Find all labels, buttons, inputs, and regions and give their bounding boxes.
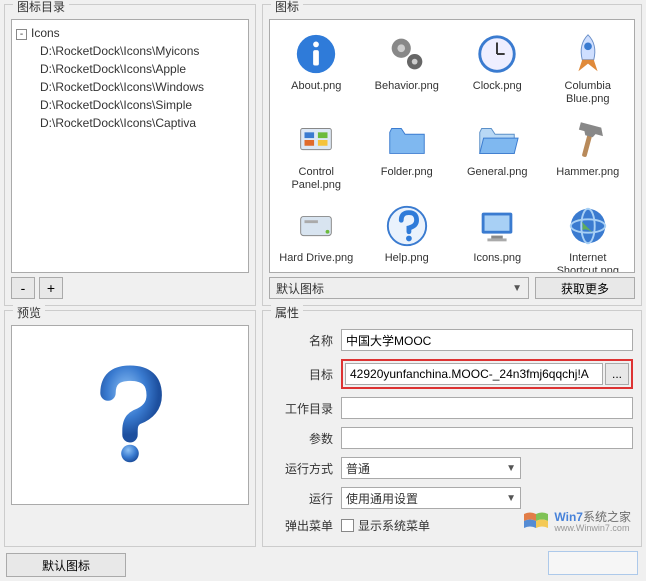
icon-label: Icons.png	[473, 252, 521, 265]
icon-label: Columbia Blue.png	[548, 80, 628, 106]
icon-item[interactable]: Hammer.png	[544, 112, 633, 196]
icon-label: Clock.png	[473, 80, 522, 93]
tree-node[interactable]: D:\RocketDock\Icons\Simple	[32, 96, 244, 114]
run-value: 使用通用设置	[346, 490, 418, 507]
remove-dir-button[interactable]: -	[11, 277, 35, 299]
target-input[interactable]	[345, 363, 603, 385]
icon-label: Folder.png	[381, 166, 433, 179]
icon-label: Hard Drive.png	[279, 252, 353, 265]
gears-icon	[383, 30, 431, 78]
icons-group-label: 图标	[271, 0, 303, 15]
chevron-down-icon: ▼	[512, 283, 522, 294]
info-icon	[292, 30, 340, 78]
tree-node[interactable]: D:\RocketDock\Icons\Myicons	[32, 42, 244, 60]
default-icon-button[interactable]: 默认图标	[6, 553, 126, 577]
rocket-icon	[564, 30, 612, 78]
name-label: 名称	[271, 332, 341, 349]
target-label: 目标	[271, 366, 341, 383]
args-label: 参数	[271, 430, 341, 447]
icon-set-select[interactable]: 默认图标 ▼	[269, 277, 529, 299]
preview-box	[11, 325, 249, 505]
tree-root-label: Icons	[31, 26, 60, 40]
browse-target-button[interactable]: ...	[605, 363, 629, 385]
runmode-label: 运行方式	[271, 460, 341, 477]
tree-node[interactable]: D:\RocketDock\Icons\Apple	[32, 60, 244, 78]
collapse-icon[interactable]: -	[16, 29, 27, 40]
icon-item[interactable]: Folder.png	[363, 112, 452, 196]
target-highlight: ...	[341, 359, 633, 389]
icon-item[interactable]: Icons.png	[453, 198, 542, 273]
hammer-icon	[564, 116, 612, 164]
tree-node[interactable]: D:\RocketDock\Icons\Captiva	[32, 114, 244, 132]
icon-item[interactable]: Control Panel.png	[272, 112, 361, 196]
icon-item[interactable]: Hard Drive.png	[272, 198, 361, 273]
drive-icon	[292, 202, 340, 250]
icon-directory-label: 图标目录	[13, 0, 69, 15]
folder2-icon	[473, 116, 521, 164]
icon-label: General.png	[467, 166, 528, 179]
run-label: 运行	[271, 490, 341, 507]
show-system-menu-label: 显示系统菜单	[358, 517, 430, 534]
icons-group: 图标 About.pngBehavior.pngClock.pngColumbi…	[262, 4, 642, 306]
runmode-select[interactable]: 普通 ▼	[341, 457, 521, 479]
chevron-down-icon: ▼	[506, 493, 516, 504]
icon-item[interactable]: About.png	[272, 26, 361, 110]
folder-icon	[383, 116, 431, 164]
icon-directory-group: 图标目录 -Icons D:\RocketDock\Icons\MyiconsD…	[4, 4, 256, 306]
icon-item[interactable]: Behavior.png	[363, 26, 452, 110]
workdir-label: 工作目录	[271, 400, 341, 417]
preview-label: 预览	[13, 304, 45, 321]
dialog-button[interactable]	[548, 551, 638, 575]
icon-panel[interactable]: About.png Behavior.png Clock.png Columbia B…	[269, 19, 635, 273]
directory-tree[interactable]: -Icons D:\RocketDock\Icons\MyiconsD:\Roc…	[11, 19, 249, 273]
runmode-value: 普通	[346, 460, 370, 477]
help-icon	[383, 202, 431, 250]
properties-group: 属性 名称 目标 ... 工作目录 参数 运行方式 普通 ▼ 运行	[262, 310, 642, 547]
add-dir-button[interactable]: +	[39, 277, 63, 299]
icon-label: Behavior.png	[375, 80, 439, 93]
preview-group: 预览	[4, 310, 256, 547]
args-input[interactable]	[341, 427, 633, 449]
icon-item[interactable]: General.png	[453, 112, 542, 196]
chevron-down-icon: ▼	[506, 463, 516, 474]
icon-label: About.png	[291, 80, 341, 93]
clock-icon	[473, 30, 521, 78]
icon-item[interactable]: Help.png	[363, 198, 452, 273]
workdir-input[interactable]	[341, 397, 633, 419]
panel-icon	[292, 116, 340, 164]
run-select[interactable]: 使用通用设置 ▼	[341, 487, 521, 509]
icon-item[interactable]: Internet Shortcut.png	[544, 198, 633, 273]
tree-node[interactable]: D:\RocketDock\Icons\Windows	[32, 78, 244, 96]
icon-item[interactable]: Clock.png	[453, 26, 542, 110]
icon-label: Control Panel.png	[276, 166, 356, 192]
globe-icon	[564, 202, 612, 250]
properties-group-label: 属性	[271, 304, 303, 321]
name-input[interactable]	[341, 329, 633, 351]
tree-node-root[interactable]: -Icons D:\RocketDock\Icons\MyiconsD:\Roc…	[16, 24, 244, 132]
icon-set-value: 默认图标	[276, 280, 324, 297]
monitor-icon	[473, 202, 521, 250]
icon-label: Help.png	[385, 252, 429, 265]
icon-label: Internet Shortcut.png	[548, 252, 628, 273]
icon-label: Hammer.png	[556, 166, 619, 179]
question-mark-icon	[75, 360, 185, 470]
icon-item[interactable]: Columbia Blue.png	[544, 26, 633, 110]
show-system-menu-checkbox[interactable]	[341, 519, 354, 532]
popup-label: 弹出菜单	[271, 517, 341, 534]
get-more-button[interactable]: 获取更多	[535, 277, 635, 299]
